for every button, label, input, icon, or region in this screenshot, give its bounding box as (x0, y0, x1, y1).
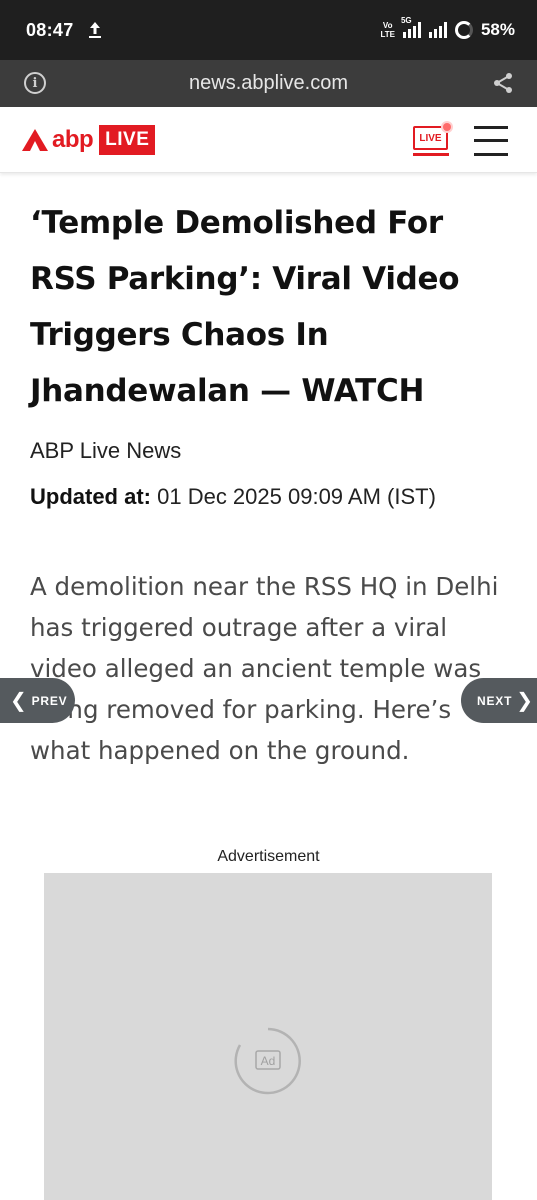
logo-triangle-icon (22, 129, 48, 151)
hamburger-menu-icon[interactable] (474, 126, 508, 156)
live-tv-label: LIVE (413, 126, 448, 150)
next-button[interactable]: NEXT ❯ (461, 678, 537, 723)
updated-value: 01 Dec 2025 09:09 AM (IST) (151, 484, 436, 509)
url-text[interactable]: news.abplive.com (0, 72, 537, 95)
status-time: 08:47 (26, 19, 74, 40)
status-icons: Vo LTE 5G 58% (380, 16, 515, 40)
signal-icon (428, 22, 447, 38)
live-dot-icon (443, 123, 451, 131)
chevron-left-icon: ❮ (10, 689, 28, 712)
signal-5g-icon: 5G (401, 16, 421, 38)
volte-indicator: Vo LTE (380, 21, 395, 39)
chevron-right-icon: ❯ (516, 689, 534, 712)
prev-button[interactable]: ❮ PREV (0, 678, 75, 723)
battery-percent: 58% (480, 20, 515, 39)
article-byline[interactable]: ABP Live News (30, 438, 181, 464)
share-icon[interactable] (491, 71, 515, 95)
site-header: abp LIVE LIVE (0, 107, 537, 173)
ad-loading-icon: Ad (234, 1027, 302, 1095)
abp-live-logo[interactable]: abp LIVE (22, 123, 156, 157)
article-updated: Updated at: 01 Dec 2025 09:09 AM (IST) (30, 477, 510, 517)
logo-live-badge: LIVE (99, 125, 156, 155)
ad-placeholder[interactable]: Ad (44, 873, 492, 1200)
updated-label: Updated at: (30, 484, 151, 509)
ad-badge-text: Ad (261, 1054, 276, 1068)
status-bar: 08:47 Vo LTE 5G 58% (0, 0, 537, 60)
article-summary: A demolition near the RSS HQ in Delhi ha… (30, 572, 499, 765)
next-label: NEXT (477, 693, 513, 708)
article-headline: ‘Temple Demolished For RSS Parking’: Vir… (30, 205, 460, 409)
browser-url-bar: i news.abplive.com (0, 60, 537, 107)
live-tv-icon[interactable]: LIVE (413, 123, 451, 157)
battery-icon (454, 21, 473, 39)
advertisement-label: Advertisement (217, 848, 320, 865)
prev-label: PREV (31, 693, 68, 708)
logo-text: abp (52, 126, 94, 153)
upload-icon (88, 21, 102, 39)
